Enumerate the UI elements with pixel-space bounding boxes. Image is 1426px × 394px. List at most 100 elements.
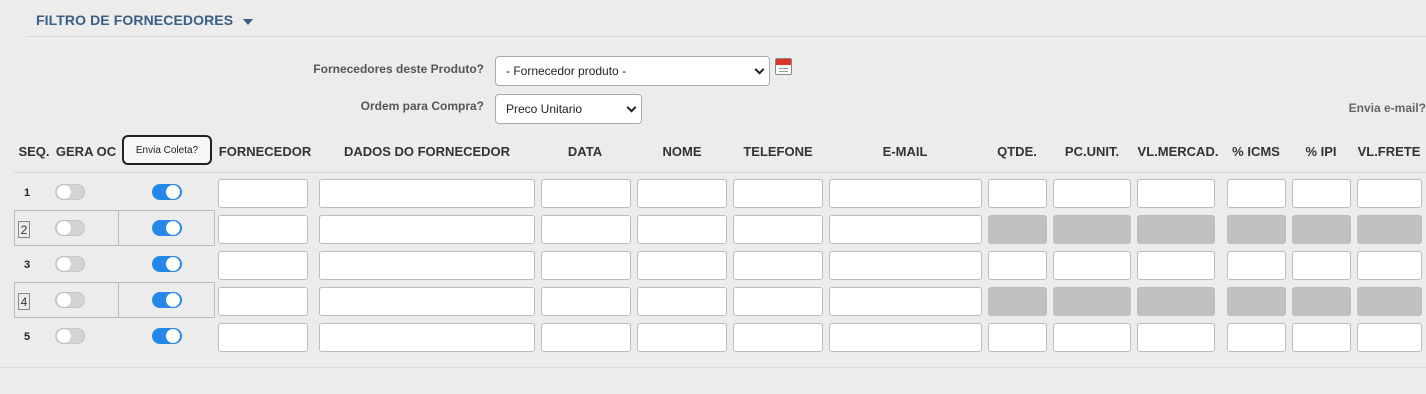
gera-oc-toggle[interactable] xyxy=(55,328,85,344)
email-input[interactable] xyxy=(829,251,982,280)
caret-down-icon[interactable] xyxy=(243,19,253,25)
ordem-compra-value: Preco Unitario xyxy=(506,102,583,116)
telefone-input[interactable] xyxy=(733,287,823,316)
vl-mercad-input[interactable] xyxy=(1137,179,1215,208)
dados-fornecedor-input[interactable] xyxy=(319,215,535,244)
col-seq: SEQ. xyxy=(18,144,50,159)
row-seq: 4 xyxy=(18,293,30,310)
nome-input[interactable] xyxy=(637,287,727,316)
icms-input[interactable] xyxy=(1227,323,1286,352)
icms-input xyxy=(1227,215,1286,244)
nome-input[interactable] xyxy=(637,215,727,244)
toggle-knob xyxy=(166,221,180,235)
vl-frete-input[interactable] xyxy=(1357,251,1422,280)
toggle-knob xyxy=(57,293,71,307)
chevron-down-icon xyxy=(754,64,765,75)
telefone-input[interactable] xyxy=(733,251,823,280)
envia-coleta-toggle[interactable] xyxy=(152,256,182,272)
table-row: 4 xyxy=(0,282,1426,319)
gera-oc-toggle[interactable] xyxy=(55,256,85,272)
table-row: 5 xyxy=(0,319,1426,355)
fornecedor-input[interactable] xyxy=(218,179,308,208)
data-input[interactable] xyxy=(541,287,631,316)
dados-fornecedor-input[interactable] xyxy=(319,323,535,352)
col-vl-frete: VL.FRETE xyxy=(1357,144,1421,159)
email-input[interactable] xyxy=(829,287,982,316)
gera-oc-toggle[interactable] xyxy=(55,184,85,200)
nome-input[interactable] xyxy=(637,323,727,352)
telefone-input[interactable] xyxy=(733,179,823,208)
ipi-input xyxy=(1292,215,1351,244)
toggle-knob xyxy=(166,329,180,343)
qtde-input[interactable] xyxy=(988,251,1047,280)
col-telefone: TELEFONE xyxy=(743,144,813,159)
data-input[interactable] xyxy=(541,251,631,280)
envia-coleta-toggle[interactable] xyxy=(152,184,182,200)
fornecedor-input[interactable] xyxy=(218,215,308,244)
header-divider xyxy=(14,172,1426,173)
pc-unit-input[interactable] xyxy=(1053,323,1131,352)
email-input[interactable] xyxy=(829,179,982,208)
vl-mercad-input[interactable] xyxy=(1137,323,1215,352)
telefone-input[interactable] xyxy=(733,215,823,244)
envia-coleta-toggle[interactable] xyxy=(152,292,182,308)
email-input[interactable] xyxy=(829,215,982,244)
ipi-input[interactable] xyxy=(1292,179,1351,208)
ordem-compra-label: Ordem para Compra? xyxy=(360,99,484,113)
data-input[interactable] xyxy=(541,179,631,208)
fornecedores-produto-select[interactable]: - Fornecedor produto - xyxy=(495,56,770,86)
vl-mercad-input[interactable] xyxy=(1137,251,1215,280)
envia-email-label: Envia e-mail? xyxy=(1348,101,1426,115)
vl-frete-input[interactable] xyxy=(1357,179,1422,208)
vl-frete-input[interactable] xyxy=(1357,323,1422,352)
pc-unit-input[interactable] xyxy=(1053,179,1131,208)
col-qtde: QTDE. xyxy=(997,144,1037,159)
pc-unit-input[interactable] xyxy=(1053,251,1131,280)
icms-input[interactable] xyxy=(1227,251,1286,280)
fornecedor-input[interactable] xyxy=(218,323,308,352)
nome-input[interactable] xyxy=(637,251,727,280)
vl-mercad-input xyxy=(1137,215,1215,244)
gera-oc-toggle[interactable] xyxy=(55,292,85,308)
data-input[interactable] xyxy=(541,215,631,244)
qtde-input[interactable] xyxy=(988,323,1047,352)
pc-unit-input xyxy=(1053,215,1131,244)
envia-coleta-toggle[interactable] xyxy=(152,220,182,236)
data-input[interactable] xyxy=(541,323,631,352)
gera-oc-toggle[interactable] xyxy=(55,220,85,236)
section-header[interactable]: FILTRO DE FORNECEDORES xyxy=(26,0,1426,37)
col-gera-oc: GERA OC xyxy=(55,144,117,159)
fornecedor-input[interactable] xyxy=(218,251,308,280)
vl-mercad-input xyxy=(1137,287,1215,316)
toggle-knob xyxy=(166,257,180,271)
envia-coleta-button[interactable]: Envia Coleta? xyxy=(122,135,212,165)
table-row: 1 xyxy=(0,175,1426,211)
fornecedor-input[interactable] xyxy=(218,287,308,316)
icms-input[interactable] xyxy=(1227,179,1286,208)
icms-input xyxy=(1227,287,1286,316)
ipi-input[interactable] xyxy=(1292,251,1351,280)
section-title[interactable]: FILTRO DE FORNECEDORES xyxy=(36,12,233,28)
col-fornecedor: FORNECEDOR xyxy=(218,144,312,159)
nome-input[interactable] xyxy=(637,179,727,208)
pc-unit-input xyxy=(1053,287,1131,316)
telefone-input[interactable] xyxy=(733,323,823,352)
dados-fornecedor-input[interactable] xyxy=(319,179,535,208)
envia-coleta-toggle[interactable] xyxy=(152,328,182,344)
fornecedores-produto-value: - Fornecedor produto - xyxy=(506,64,627,78)
row-seq: 3 xyxy=(24,259,31,271)
toggle-knob xyxy=(166,185,180,199)
col-vl-mercad: VL.MERCAD. xyxy=(1137,144,1219,159)
table-row: 3 xyxy=(0,247,1426,283)
calendar-icon[interactable] xyxy=(775,58,792,75)
dados-fornecedor-input[interactable] xyxy=(319,251,535,280)
col-dados-fornecedor: DADOS DO FORNECEDOR xyxy=(343,144,511,159)
fornecedores-produto-label: Fornecedores deste Produto? xyxy=(313,62,484,76)
qtde-input[interactable] xyxy=(988,179,1047,208)
dados-fornecedor-input[interactable] xyxy=(319,287,535,316)
email-input[interactable] xyxy=(829,323,982,352)
footer-divider xyxy=(0,367,1426,368)
ordem-compra-select[interactable]: Preco Unitario xyxy=(495,94,642,124)
qtde-input xyxy=(988,287,1047,316)
ipi-input[interactable] xyxy=(1292,323,1351,352)
